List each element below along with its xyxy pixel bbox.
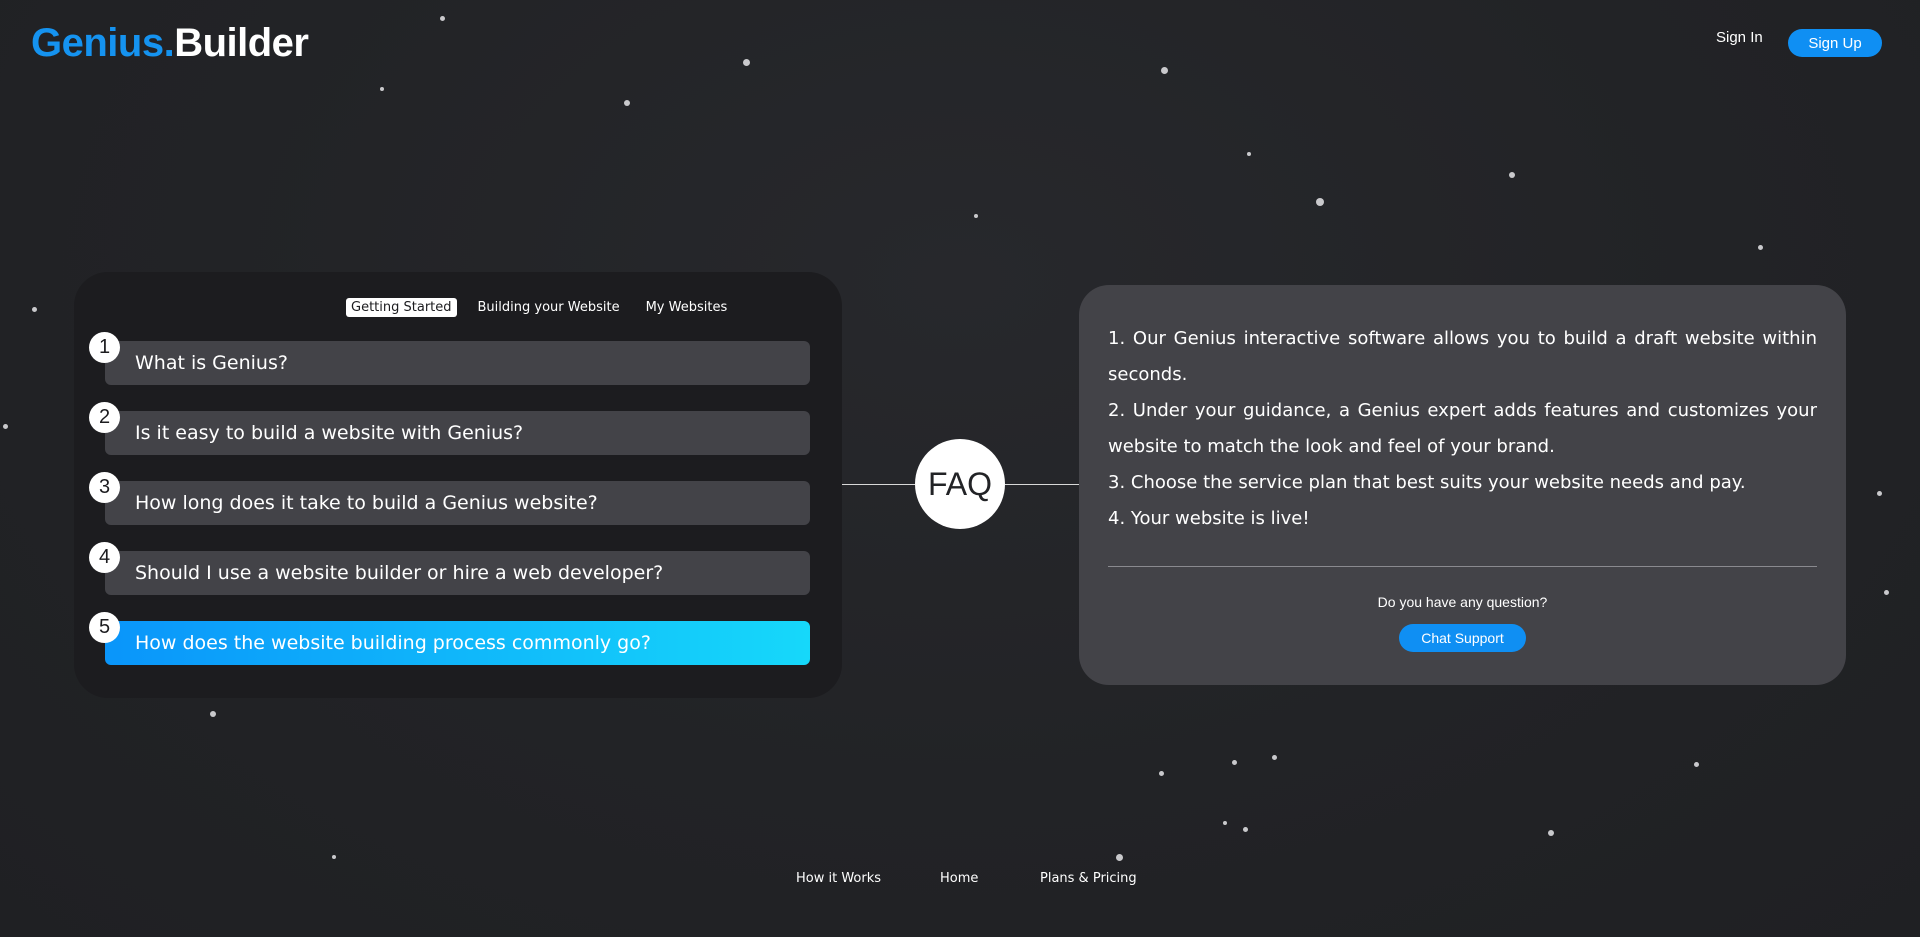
connector-line-left xyxy=(842,484,915,485)
star-dot xyxy=(210,711,216,717)
question-number-badge: 2 xyxy=(89,402,120,433)
star-dot xyxy=(1272,755,1277,760)
star-dot xyxy=(1116,854,1123,861)
question-prompt: Do you have any question? xyxy=(1377,594,1548,610)
answer-line: 3. Choose the service plan that best sui… xyxy=(1108,472,1746,493)
sign-up-button[interactable]: Sign Up xyxy=(1788,29,1882,57)
star-dot xyxy=(1884,590,1889,595)
logo[interactable]: Genius.Builder xyxy=(31,18,309,68)
logo-text-builder: Builder xyxy=(174,21,309,65)
footer-link-home[interactable]: Home xyxy=(940,871,978,886)
question-number-badge: 4 xyxy=(89,542,120,573)
footer-link-how-it-works[interactable]: How it Works xyxy=(796,871,881,886)
tab-getting-started[interactable]: Getting Started xyxy=(346,297,457,317)
star-dot xyxy=(1223,821,1227,825)
tab-building-your-website[interactable]: Building your Website xyxy=(473,298,625,317)
star-dot xyxy=(1247,152,1251,156)
star-dot xyxy=(1509,172,1515,178)
footer-link-plans-pricing[interactable]: Plans & Pricing xyxy=(1040,871,1137,886)
divider xyxy=(1108,566,1817,567)
star-dot xyxy=(624,100,630,106)
chat-support-button[interactable]: Chat Support xyxy=(1399,624,1526,652)
faq-questions-panel: Getting Started Building your Website My… xyxy=(74,272,842,698)
faq-answer-panel: 1. Our Genius interactive software allow… xyxy=(1079,285,1846,685)
star-dot xyxy=(3,424,8,429)
answer-line: 4. Your website is live! xyxy=(1108,508,1310,529)
star-dot xyxy=(332,855,336,859)
star-dot xyxy=(380,87,384,91)
faq-question-4[interactable]: 4 Should I use a website builder or hire… xyxy=(89,542,810,595)
faq-question-1[interactable]: 1 What is Genius? xyxy=(89,332,810,385)
faq-question-3[interactable]: 3 How long does it take to build a Geniu… xyxy=(89,472,810,525)
question-text: Is it easy to build a website with Geniu… xyxy=(135,422,524,444)
question-number-badge: 5 xyxy=(89,612,120,643)
faq-question-2[interactable]: 2 Is it easy to build a website with Gen… xyxy=(89,402,810,455)
logo-text-genius: Genius. xyxy=(31,21,175,65)
star-dot xyxy=(1316,198,1324,206)
answer-line: 2. Under your guidance, a Genius expert … xyxy=(1108,400,1817,457)
question-text: What is Genius? xyxy=(135,352,288,374)
star-dot xyxy=(1694,762,1699,767)
connector-line-right xyxy=(1005,484,1079,485)
answer-line: 1. Our Genius interactive software allow… xyxy=(1108,328,1817,385)
question-text: Should I use a website builder or hire a… xyxy=(135,562,664,584)
star-dot xyxy=(1161,67,1168,74)
tab-my-websites[interactable]: My Websites xyxy=(641,298,733,317)
star-dot xyxy=(743,59,750,66)
faq-category-tabs: Getting Started Building your Website My… xyxy=(346,296,748,318)
question-number-badge: 3 xyxy=(89,472,120,503)
question-text: How does the website building process co… xyxy=(135,632,651,654)
faq-question-5-selected[interactable]: 5 How does the website building process … xyxy=(89,612,810,665)
sign-in-button[interactable]: Sign In xyxy=(1716,29,1763,46)
question-number-badge: 1 xyxy=(89,332,120,363)
faq-center-badge: FAQ xyxy=(915,439,1005,529)
star-dot xyxy=(1548,830,1554,836)
star-dot xyxy=(1232,760,1237,765)
answer-text: 1. Our Genius interactive software allow… xyxy=(1108,321,1817,537)
question-text: How long does it take to build a Genius … xyxy=(135,492,598,514)
star-dot xyxy=(1758,245,1763,250)
star-dot xyxy=(1243,827,1248,832)
star-dot xyxy=(1159,771,1164,776)
star-dot xyxy=(32,307,37,312)
star-dot xyxy=(974,214,978,218)
star-dot xyxy=(1877,491,1882,496)
star-dot xyxy=(440,16,445,21)
